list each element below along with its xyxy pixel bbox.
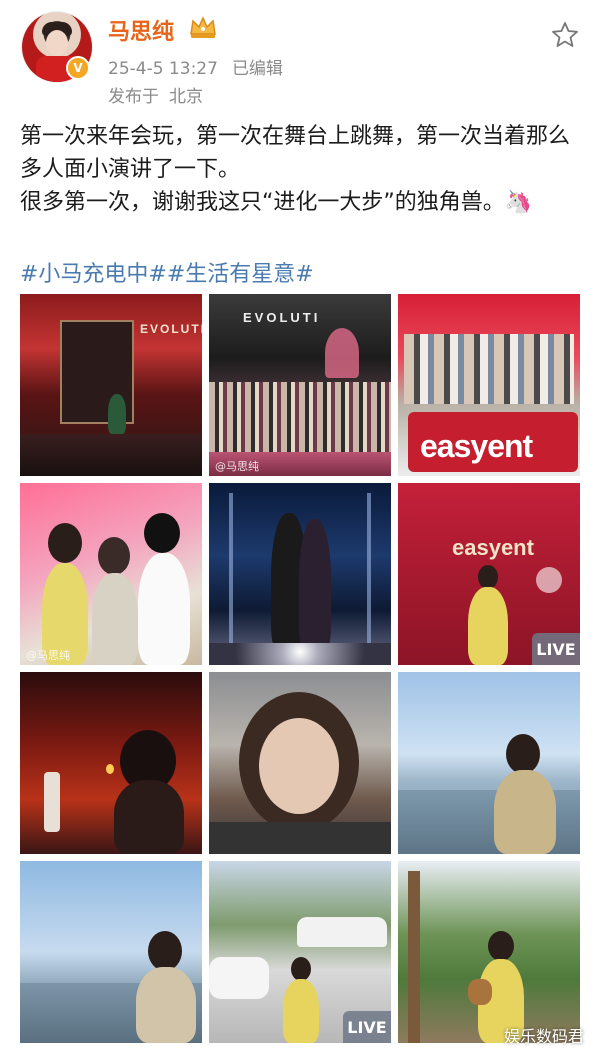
person-figure bbox=[114, 780, 184, 854]
person-figure bbox=[494, 770, 556, 854]
person-head bbox=[488, 931, 514, 961]
photo-tile[interactable] bbox=[398, 672, 580, 854]
verified-badge-icon: V bbox=[66, 56, 90, 80]
footer-watermark: 娱乐数码君 bbox=[503, 1027, 584, 1046]
bottle bbox=[44, 772, 60, 832]
person-head bbox=[144, 513, 180, 553]
post-text: 第一次来年会玩，第一次在舞台上跳舞，第一次当着那么多人面小演讲了一下。 很多第一… bbox=[20, 120, 585, 219]
edited-label[interactable]: 已编辑 bbox=[232, 59, 283, 79]
photo-grid: EVOLUTI EVOLUTI @马思纯 easyent @马思纯 easyen… bbox=[20, 294, 580, 1044]
person-head bbox=[48, 523, 82, 563]
photo-tile[interactable]: easyent LIVE bbox=[398, 483, 580, 665]
stage-light bbox=[367, 493, 371, 643]
balloon-decor bbox=[536, 567, 562, 593]
photo-tile[interactable] bbox=[209, 483, 391, 665]
person-figure bbox=[468, 587, 508, 665]
parked-car bbox=[297, 917, 387, 947]
live-badge: LIVE bbox=[343, 1011, 391, 1043]
photo-tile[interactable]: LIVE bbox=[209, 861, 391, 1043]
person-head bbox=[506, 734, 540, 774]
post-time: 25-4-5 13:27 bbox=[108, 59, 218, 79]
dancer-figure bbox=[299, 519, 331, 653]
photo-tile[interactable]: @马思纯 bbox=[20, 483, 202, 665]
location-value: 北京 bbox=[169, 87, 203, 107]
photo-tile[interactable]: EVOLUTI bbox=[20, 294, 202, 476]
brand-sign: easyent bbox=[452, 535, 534, 560]
brand-sign: easyent bbox=[420, 428, 533, 464]
person-head bbox=[291, 957, 311, 981]
tree-trunk bbox=[408, 871, 420, 1043]
audience bbox=[20, 434, 202, 476]
person-figure bbox=[283, 979, 319, 1043]
photo-watermark: @马思纯 bbox=[215, 460, 259, 473]
person-figure bbox=[138, 553, 190, 665]
post-header: V 马思纯 25-4-5 13:27 已编辑 发布于 北京 bbox=[0, 0, 600, 110]
hashtags: #小马充电中##生活有星意# bbox=[20, 256, 314, 288]
photo-tile[interactable] bbox=[398, 861, 580, 1043]
live-badge: LIVE bbox=[532, 633, 580, 665]
avatar-face bbox=[46, 30, 68, 56]
location-prefix: 发布于 bbox=[108, 87, 159, 107]
person-figure bbox=[108, 394, 126, 434]
person-face bbox=[259, 718, 339, 814]
stage-sign: EVOLUTI bbox=[243, 310, 321, 325]
hashtag-link[interactable]: #小马充电中# bbox=[20, 262, 167, 287]
photo-tile[interactable] bbox=[209, 672, 391, 854]
photo-tile[interactable] bbox=[20, 672, 202, 854]
candle-light bbox=[106, 764, 114, 774]
crown-icon bbox=[190, 16, 216, 38]
clothing bbox=[209, 822, 391, 854]
parked-car bbox=[209, 957, 269, 999]
handbag bbox=[468, 979, 492, 1005]
group-photo bbox=[404, 334, 574, 404]
person-head bbox=[478, 565, 498, 589]
hashtag-link[interactable]: #生活有星意# bbox=[167, 262, 314, 287]
post-location: 发布于 北京 bbox=[108, 82, 203, 107]
post-meta: 25-4-5 13:27 已编辑 bbox=[108, 54, 297, 79]
person-head bbox=[148, 931, 182, 971]
photo-tile[interactable] bbox=[20, 861, 202, 1043]
post-text-line: 很多第一次，谢谢我这只“进化一大步”的独角兽。🦄 bbox=[20, 190, 533, 215]
photo-tile[interactable]: easyent bbox=[398, 294, 580, 476]
stage-light bbox=[229, 493, 233, 643]
post-text-line: 第一次来年会玩，第一次在舞台上跳舞，第一次当着那么多人面小演讲了一下。 bbox=[20, 124, 571, 182]
photo-watermark: @马思纯 bbox=[26, 649, 70, 662]
group-crowd bbox=[209, 382, 391, 452]
stage-floor bbox=[209, 643, 391, 665]
photo-tile[interactable]: EVOLUTI @马思纯 bbox=[209, 294, 391, 476]
person-head bbox=[98, 537, 130, 575]
person-figure bbox=[136, 967, 196, 1043]
username[interactable]: 马思纯 bbox=[108, 14, 174, 46]
jellyfish-decor bbox=[325, 328, 359, 378]
person-figure bbox=[92, 573, 138, 665]
star-icon[interactable] bbox=[550, 20, 580, 50]
stage-sign: EVOLUTI bbox=[140, 322, 202, 336]
